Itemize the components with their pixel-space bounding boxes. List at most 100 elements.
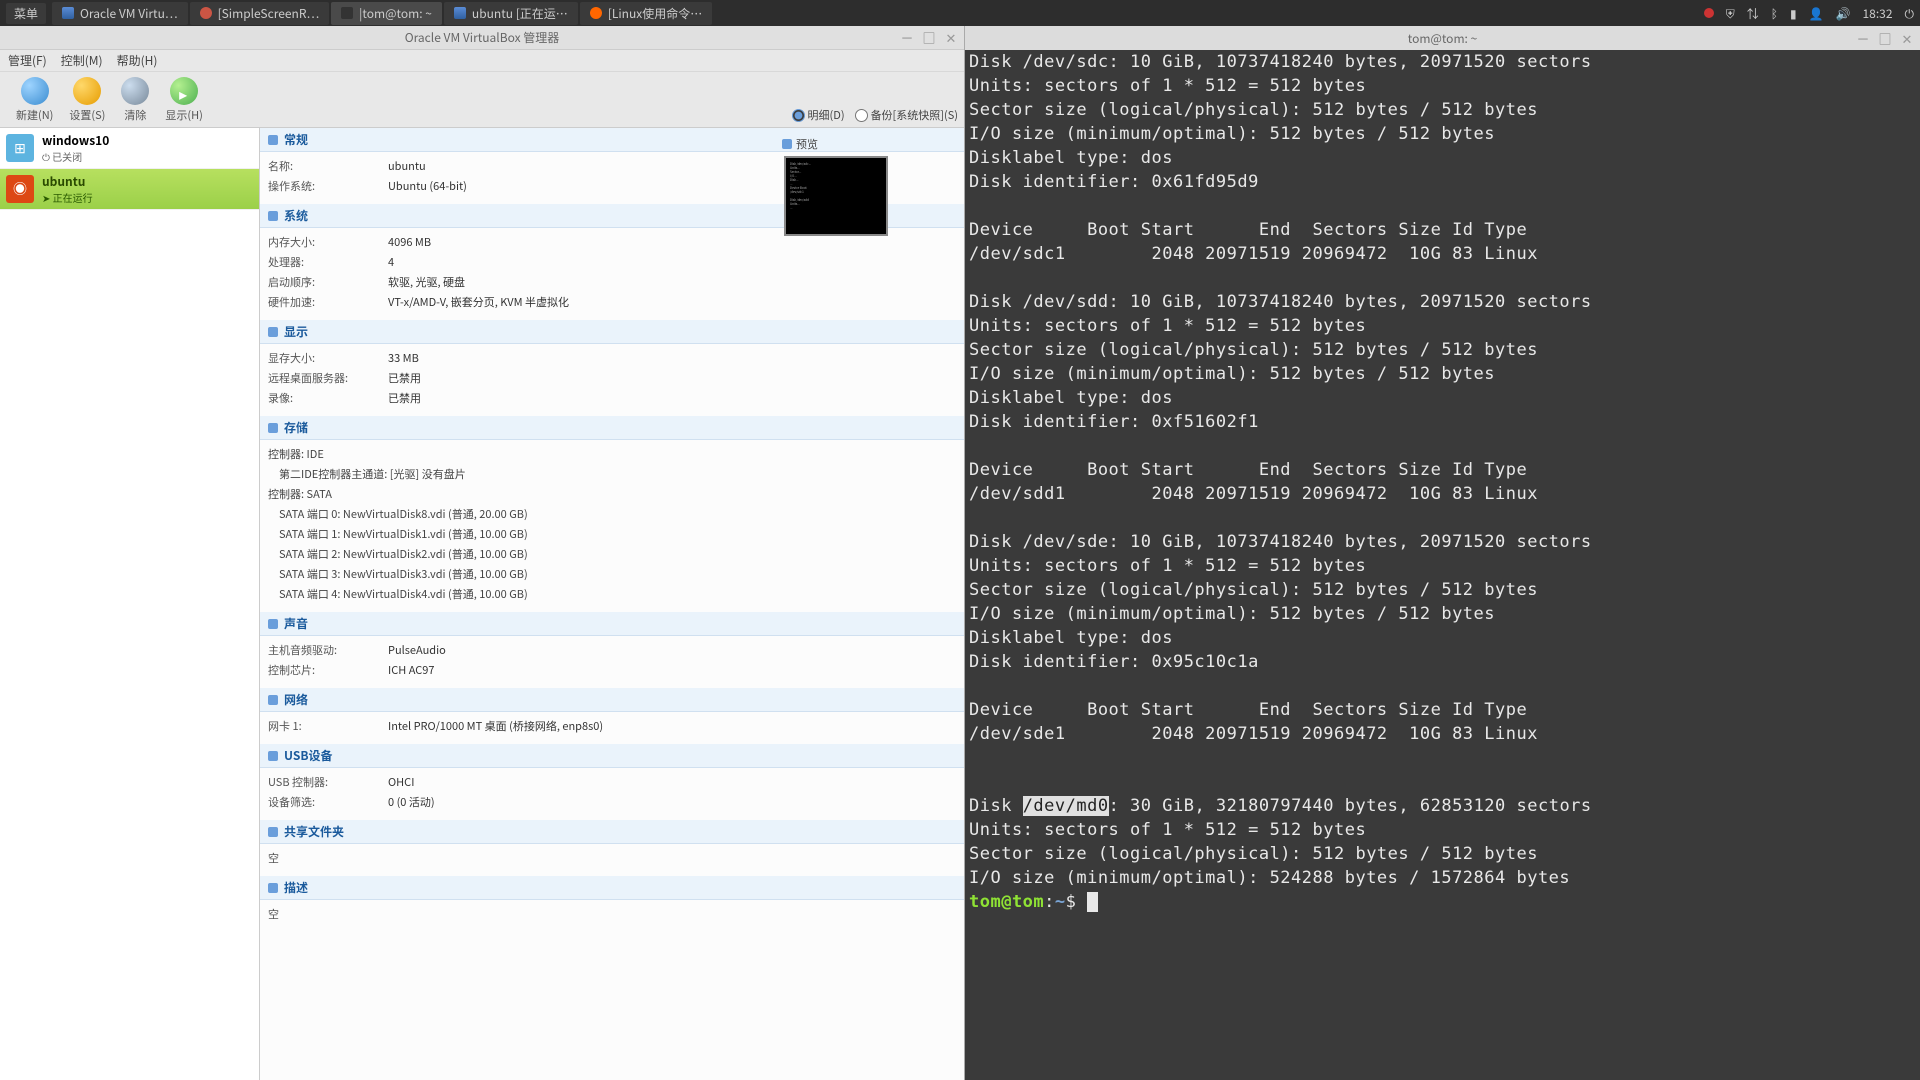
tray-power-icon[interactable]: ⏻ bbox=[1905, 5, 1915, 22]
prop-val: VT-x/AMD-V, 嵌套分页, KVM 半虚拟化 bbox=[388, 294, 569, 310]
section-header[interactable]: 描述 bbox=[260, 876, 964, 900]
preview-thumbnail[interactable]: Disk /dev/sdc...Units...Sector...I/O...D… bbox=[784, 156, 888, 236]
detail-label: 明细(D) bbox=[808, 107, 845, 123]
preview-icon bbox=[782, 139, 792, 149]
section-header[interactable]: USB设备 bbox=[260, 744, 964, 768]
storage-row: 第二IDE控制器主通道: [光驱] 没有盘片 bbox=[268, 464, 956, 484]
section-header[interactable]: 存储 bbox=[260, 416, 964, 440]
task-label: [Linux使用命令… bbox=[608, 5, 702, 22]
storage-row: 控制器: IDE bbox=[268, 444, 956, 464]
desktop: Oracle VM VirtualBox 管理器 － □ ✕ 管理(F) 控制(M… bbox=[0, 26, 1920, 1080]
section: 存储控制器: IDE 第二IDE控制器主通道: [光驱] 没有盘片控制器: SA… bbox=[260, 416, 964, 612]
menu-button[interactable]: 菜单 bbox=[6, 3, 46, 24]
prop-val: 4 bbox=[388, 254, 394, 270]
storage-row: SATA 端口 3: NewVirtualDisk3.vdi (普通, 10.0… bbox=[268, 564, 956, 584]
tray-user-icon[interactable]: 👤 bbox=[1809, 5, 1824, 22]
section-header[interactable]: 网络 bbox=[260, 688, 964, 712]
vm-list: ⊞windows10⏻ 已关闭◉ubuntu➤ 正在运行 bbox=[0, 128, 260, 1080]
prop-key: USB 控制器: bbox=[268, 774, 388, 790]
section: 共享文件夹空 bbox=[260, 820, 964, 876]
task-label: Oracle VM Virtu… bbox=[80, 5, 178, 22]
storage-row: SATA 端口 1: NewVirtualDisk1.vdi (普通, 10.0… bbox=[268, 524, 956, 544]
discard-label: 清除 bbox=[124, 107, 146, 123]
storage-row: 控制器: SATA bbox=[268, 484, 956, 504]
section: USB设备USB 控制器:OHCI设备筛选:0 (0 活动) bbox=[260, 744, 964, 820]
task-icon bbox=[62, 7, 74, 19]
prop-key: 内存大小: bbox=[268, 234, 388, 250]
terminal-output[interactable]: Disk /dev/sdc: 10 GiB, 10737418240 bytes… bbox=[965, 50, 1920, 1080]
taskbar-item[interactable]: Oracle VM Virtu… bbox=[52, 2, 188, 25]
terminal-titlebar[interactable]: tom@tom: ~ － □ ✕ bbox=[965, 26, 1920, 50]
maximize-button[interactable]: □ bbox=[922, 31, 936, 45]
tray-shield-icon[interactable]: ⛨ bbox=[1726, 5, 1735, 22]
section-body: 显存大小:33 MB远程桌面服务器:已禁用录像:已禁用 bbox=[260, 344, 964, 416]
new-icon bbox=[21, 77, 49, 105]
menu-item[interactable]: 帮助(H) bbox=[117, 52, 158, 69]
vm-item[interactable]: ◉ubuntu➤ 正在运行 bbox=[0, 169, 259, 210]
taskbar-item[interactable]: [Linux使用命令… bbox=[580, 2, 712, 25]
menu-item[interactable]: 管理(F) bbox=[8, 52, 47, 69]
term-close-button[interactable]: ✕ bbox=[1900, 31, 1914, 45]
minimize-button[interactable]: － bbox=[900, 31, 914, 45]
detail-toggle[interactable]: 明细(D) bbox=[792, 107, 845, 123]
task-label: [SimpleScreenR… bbox=[218, 5, 320, 22]
prop-val: Ubuntu (64-bit) bbox=[388, 178, 467, 194]
prop-key: 设备筛选: bbox=[268, 794, 388, 810]
show-label: 显示(H) bbox=[165, 107, 202, 123]
cursor bbox=[1087, 892, 1098, 912]
tray-volume-icon[interactable]: 🔊 bbox=[1836, 5, 1851, 22]
section: 网络网卡 1:Intel PRO/1000 MT 桌面 (桥接网络, enp8s… bbox=[260, 688, 964, 744]
new-vm-button[interactable]: 新建(N) bbox=[8, 75, 61, 125]
vbox-menubar: 管理(F) 控制(M) 帮助(H) bbox=[0, 50, 964, 72]
settings-label: 设置(S) bbox=[69, 107, 105, 123]
discard-button[interactable]: 清除 bbox=[113, 75, 157, 125]
section-body: 网卡 1:Intel PRO/1000 MT 桌面 (桥接网络, enp8s0) bbox=[260, 712, 964, 744]
section: 显示显存大小:33 MB远程桌面服务器:已禁用录像:已禁用 bbox=[260, 320, 964, 416]
taskbar-item[interactable]: ubuntu [正在运… bbox=[444, 2, 578, 25]
section-header[interactable]: 共享文件夹 bbox=[260, 820, 964, 844]
section-body: 空 bbox=[260, 900, 964, 932]
prop-key: 控制芯片: bbox=[268, 662, 388, 678]
section-header[interactable]: 显示 bbox=[260, 320, 964, 344]
taskbar-item[interactable]: [SimpleScreenR… bbox=[190, 2, 330, 25]
prop-key: 名称: bbox=[268, 158, 388, 174]
prop-key: 操作系统: bbox=[268, 178, 388, 194]
vm-name: ubuntu bbox=[42, 173, 93, 190]
close-button[interactable]: ✕ bbox=[944, 31, 958, 45]
task-icon bbox=[590, 7, 602, 19]
prop-val: ubuntu bbox=[388, 158, 426, 174]
show-button[interactable]: 显示(H) bbox=[157, 75, 210, 125]
clock[interactable]: 18:32 bbox=[1863, 5, 1893, 22]
preview-label: 预览 bbox=[796, 136, 818, 152]
task-label: ubuntu [正在运… bbox=[472, 5, 568, 22]
prop-key: 录像: bbox=[268, 390, 388, 406]
terminal-window: tom@tom: ~ － □ ✕ Disk /dev/sdc: 10 GiB, … bbox=[965, 26, 1920, 1080]
term-minimize-button[interactable]: － bbox=[1856, 31, 1870, 45]
menu-label: 菜单 bbox=[14, 5, 38, 22]
prop-val: ICH AC97 bbox=[388, 662, 435, 678]
section: 描述空 bbox=[260, 876, 964, 932]
tray-bt-icon[interactable]: ᛒ bbox=[1771, 5, 1778, 22]
prop-key: 空 bbox=[268, 906, 388, 922]
term-maximize-button[interactable]: □ bbox=[1878, 31, 1892, 45]
settings-button[interactable]: 设置(S) bbox=[61, 75, 113, 125]
taskbar-item[interactable]: |tom@tom: ~ bbox=[331, 2, 442, 25]
vbox-titlebar[interactable]: Oracle VM VirtualBox 管理器 － □ ✕ bbox=[0, 26, 964, 50]
tray-network-icon[interactable]: ⇅ bbox=[1747, 5, 1759, 22]
detail-radio[interactable] bbox=[792, 109, 805, 122]
snapshot-radio[interactable] bbox=[855, 109, 868, 122]
terminal-title: tom@tom: ~ bbox=[1408, 30, 1478, 47]
vm-details[interactable]: 预览 Disk /dev/sdc...Units...Sector...I/O.… bbox=[260, 128, 964, 1080]
prop-key: 显存大小: bbox=[268, 350, 388, 366]
menu-item[interactable]: 控制(M) bbox=[61, 52, 103, 69]
section-header[interactable]: 声音 bbox=[260, 612, 964, 636]
tray-battery-icon[interactable]: ▮ bbox=[1790, 5, 1797, 22]
prop-val: 软驱, 光驱, 硬盘 bbox=[388, 274, 465, 290]
system-tray: ⛨ ⇅ ᛒ ▮ 👤 🔊 18:32 ⏻ bbox=[1704, 5, 1914, 22]
section-body: 内存大小:4096 MB处理器:4启动顺序:软驱, 光驱, 硬盘硬件加速:VT-… bbox=[260, 228, 964, 320]
vm-item[interactable]: ⊞windows10⏻ 已关闭 bbox=[0, 128, 259, 169]
tray-rec-icon[interactable] bbox=[1704, 8, 1714, 18]
task-label: |tom@tom: ~ bbox=[359, 5, 432, 22]
taskbar: Oracle VM Virtu… [SimpleScreenR… |tom@tom:… bbox=[52, 2, 1704, 25]
snapshot-toggle[interactable]: 备份[系统快照](S) bbox=[855, 107, 958, 123]
